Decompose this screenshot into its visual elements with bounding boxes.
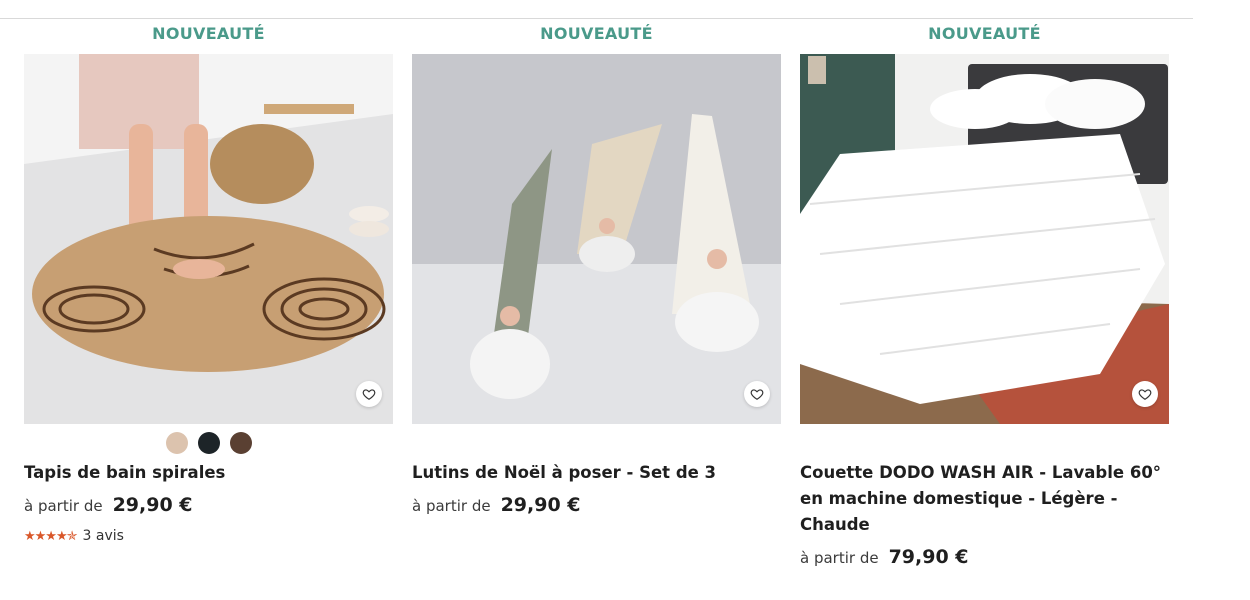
product-title[interactable]: Lutins de Noël à poser - Set de 3 xyxy=(412,460,781,486)
price-row: à partir de 29,90 € xyxy=(412,494,781,524)
top-divider xyxy=(0,18,1193,19)
star-rating-icon: ★★★★✯ xyxy=(24,528,78,544)
new-badge: NOUVEAUTÉ xyxy=(928,24,1041,43)
duvet-bed-photo xyxy=(800,54,1169,424)
color-swatches xyxy=(24,432,393,458)
wishlist-button[interactable] xyxy=(1132,381,1158,407)
product-price: 29,90 € xyxy=(500,494,581,516)
color-swatches-empty xyxy=(412,432,781,458)
wishlist-button[interactable] xyxy=(744,381,770,407)
product-image[interactable] xyxy=(412,54,781,424)
new-badge: NOUVEAUTÉ xyxy=(540,24,653,43)
heart-outline-icon xyxy=(1138,389,1152,400)
product-image[interactable] xyxy=(24,54,393,424)
price-prefix: à partir de xyxy=(800,549,879,567)
price-row: à partir de 79,90 € xyxy=(800,546,1169,576)
product-card[interactable]: NOUVEAUTÉ Couette DODO WASH AIR - Lavabl… xyxy=(800,22,1169,576)
heart-outline-icon xyxy=(362,389,376,400)
price-row: à partir de 29,90 € xyxy=(24,494,393,524)
price-prefix: à partir de xyxy=(412,497,491,515)
bath-rug-photo xyxy=(24,54,393,424)
heart-outline-icon xyxy=(750,389,764,400)
product-price: 79,90 € xyxy=(888,546,969,568)
color-swatch-black[interactable] xyxy=(197,432,220,454)
product-image[interactable] xyxy=(800,54,1169,424)
color-swatch-brown[interactable] xyxy=(229,432,252,454)
product-price: 29,90 € xyxy=(112,494,193,516)
rating[interactable]: ★★★★✯ 3 avis xyxy=(24,528,393,544)
wishlist-button[interactable] xyxy=(356,381,382,407)
review-count[interactable]: 3 avis xyxy=(83,528,124,544)
product-card[interactable]: NOUVEAUTÉ Tapis de bain spirales à parti… xyxy=(24,22,393,544)
product-title[interactable]: Couette DODO WASH AIR - Lavable 60° en m… xyxy=(800,460,1169,538)
product-card[interactable]: NOUVEAUTÉ Lutins de Noël à poser - Set d… xyxy=(412,22,781,524)
color-swatch-beige[interactable] xyxy=(165,432,188,454)
product-title[interactable]: Tapis de bain spirales xyxy=(24,460,393,486)
color-swatches-empty xyxy=(800,432,1169,458)
new-badge: NOUVEAUTÉ xyxy=(152,24,265,43)
christmas-gnomes-photo xyxy=(412,54,781,424)
price-prefix: à partir de xyxy=(24,497,103,515)
